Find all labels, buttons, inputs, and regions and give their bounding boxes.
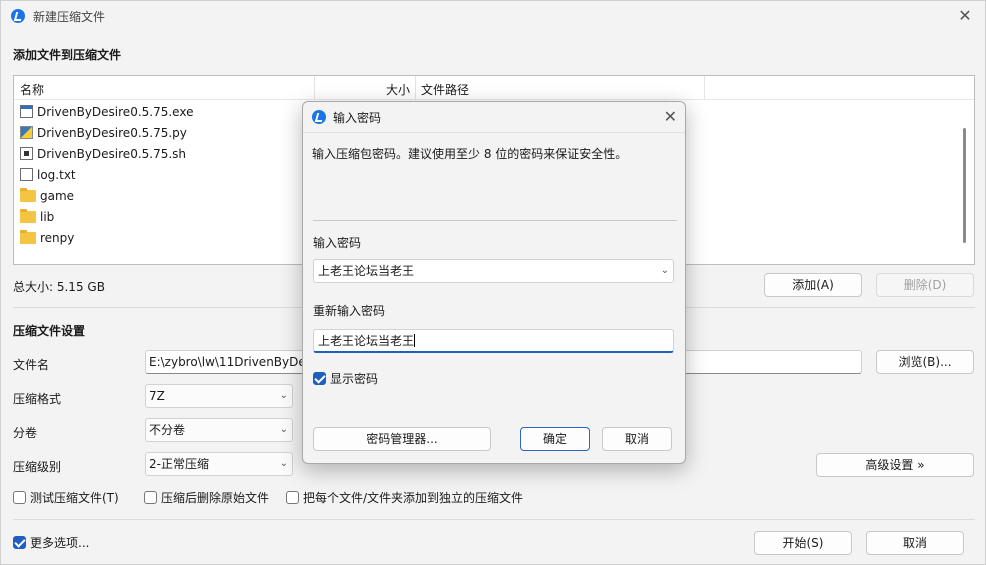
checkbox-label: 更多选项... (30, 536, 90, 550)
split-label: 分卷 (13, 426, 38, 440)
file-name: DrivenByDesire0.5.75.sh (37, 147, 187, 161)
title-bar: 新建压缩文件 ✕ (1, 1, 985, 31)
more-options-checkbox[interactable]: 更多选项... (13, 536, 89, 550)
column-divider[interactable] (704, 76, 705, 100)
file-name: DrivenByDesire0.5.75.exe (37, 105, 194, 119)
dialog-description: 输入压缩包密码。建议使用至少 8 位的密码来保证安全性。 (312, 147, 628, 161)
total-size: 总大小: 5.15 GB (13, 280, 105, 294)
checkbox-box (286, 491, 299, 504)
text-caret (414, 334, 416, 347)
archive-settings-title: 压缩文件设置 (13, 324, 86, 338)
divider (303, 132, 685, 133)
format-label: 压缩格式 (13, 392, 62, 406)
chevron-down-icon[interactable]: ⌄ (661, 260, 669, 282)
file-list-header: 名称 大小 文件路径 (14, 76, 974, 100)
show-password-checkbox[interactable]: 显示密码 (313, 372, 378, 386)
dialog-cancel-button[interactable]: 取消 (602, 427, 672, 451)
vertical-scrollbar[interactable] (963, 128, 966, 243)
folder-icon (20, 188, 36, 202)
list-item[interactable]: DrivenByDesire0.5.75.exe (20, 102, 193, 123)
checkbox-label: 压缩后删除原始文件 (161, 491, 270, 505)
chevron-down-icon: ⌄ (279, 424, 288, 435)
list-item[interactable]: DrivenByDesire0.5.75.py (20, 123, 187, 144)
column-divider[interactable] (415, 76, 416, 100)
password-input[interactable]: 上老王论坛当老王 ⌄ (313, 259, 674, 283)
checkbox-box (13, 491, 26, 504)
browse-button[interactable]: 浏览(B)... (876, 350, 974, 374)
password-label: 输入密码 (313, 236, 362, 250)
column-size[interactable]: 大小 (386, 81, 410, 98)
confirm-password-label: 重新输入密码 (313, 304, 386, 318)
divider (13, 519, 975, 520)
password-dialog: 输入密码 ✕ 输入压缩包密码。建议使用至少 8 位的密码来保证安全性。 输入密码… (302, 101, 686, 464)
app-logo-icon (11, 9, 25, 23)
close-icon[interactable]: ✕ (955, 6, 975, 26)
list-item[interactable]: game (20, 186, 74, 207)
list-item[interactable]: lib (20, 207, 54, 228)
chevron-down-icon: ⌄ (279, 390, 288, 401)
column-name[interactable]: 名称 (20, 81, 44, 98)
checkbox-label: 把每个文件/文件夹添加到独立的压缩文件 (303, 491, 524, 505)
delete-after-checkbox[interactable]: 压缩后删除原始文件 (144, 491, 269, 505)
exe-file-icon (20, 105, 33, 118)
dialog-title: 输入密码 (333, 111, 382, 125)
test-archive-checkbox[interactable]: 测试压缩文件(T) (13, 491, 119, 505)
folder-icon (20, 230, 36, 244)
checkbox-box (144, 491, 157, 504)
password-manager-button[interactable]: 密码管理器... (313, 427, 491, 451)
split-select[interactable]: 不分卷 ⌄ (145, 418, 293, 442)
file-name: renpy (40, 231, 75, 245)
app-logo-icon (312, 110, 326, 124)
checkbox-box (13, 536, 26, 549)
list-item[interactable]: log.txt (20, 165, 76, 186)
checkbox-label: 测试压缩文件(T) (30, 491, 119, 505)
confirm-password-input[interactable]: 上老王论坛当老王 (313, 329, 674, 353)
level-label: 压缩级别 (13, 460, 62, 474)
ok-button[interactable]: 确定 (520, 427, 590, 451)
close-icon[interactable]: ✕ (664, 107, 677, 126)
file-name: lib (40, 210, 55, 224)
list-item[interactable]: DrivenByDesire0.5.75.sh (20, 144, 186, 165)
level-value: 2-正常压缩 (149, 457, 209, 471)
folder-icon (20, 209, 36, 223)
add-button[interactable]: 添加(A) (764, 273, 862, 297)
start-button[interactable]: 开始(S) (754, 531, 852, 555)
file-name: game (40, 189, 75, 203)
confirm-password-value: 上老王论坛当老王 (318, 334, 415, 348)
delete-button[interactable]: 删除(D) (876, 273, 974, 297)
add-files-section-title: 添加文件到压缩文件 (13, 48, 122, 62)
list-item[interactable]: renpy (20, 228, 74, 249)
level-select[interactable]: 2-正常压缩 ⌄ (145, 452, 293, 476)
column-path[interactable]: 文件路径 (421, 81, 469, 98)
filename-label: 文件名 (13, 358, 50, 372)
shell-file-icon (20, 147, 33, 160)
column-divider[interactable] (314, 76, 315, 100)
chevron-down-icon: ⌄ (279, 458, 288, 469)
checkbox-label: 显示密码 (330, 372, 379, 386)
split-value: 不分卷 (149, 423, 186, 437)
cancel-button[interactable]: 取消 (866, 531, 964, 555)
checkbox-box (313, 372, 326, 385)
divider (313, 220, 677, 221)
text-file-icon (20, 168, 33, 181)
file-name: log.txt (37, 168, 76, 182)
python-file-icon (20, 126, 33, 139)
format-select[interactable]: 7Z ⌄ (145, 384, 293, 408)
separate-archives-checkbox[interactable]: 把每个文件/文件夹添加到独立的压缩文件 (286, 491, 523, 505)
file-name: DrivenByDesire0.5.75.py (37, 126, 187, 140)
advanced-settings-button[interactable]: 高级设置 » (816, 453, 974, 477)
password-value: 上老王论坛当老王 (318, 264, 415, 278)
window-title: 新建压缩文件 (33, 10, 106, 24)
format-value: 7Z (149, 389, 165, 403)
